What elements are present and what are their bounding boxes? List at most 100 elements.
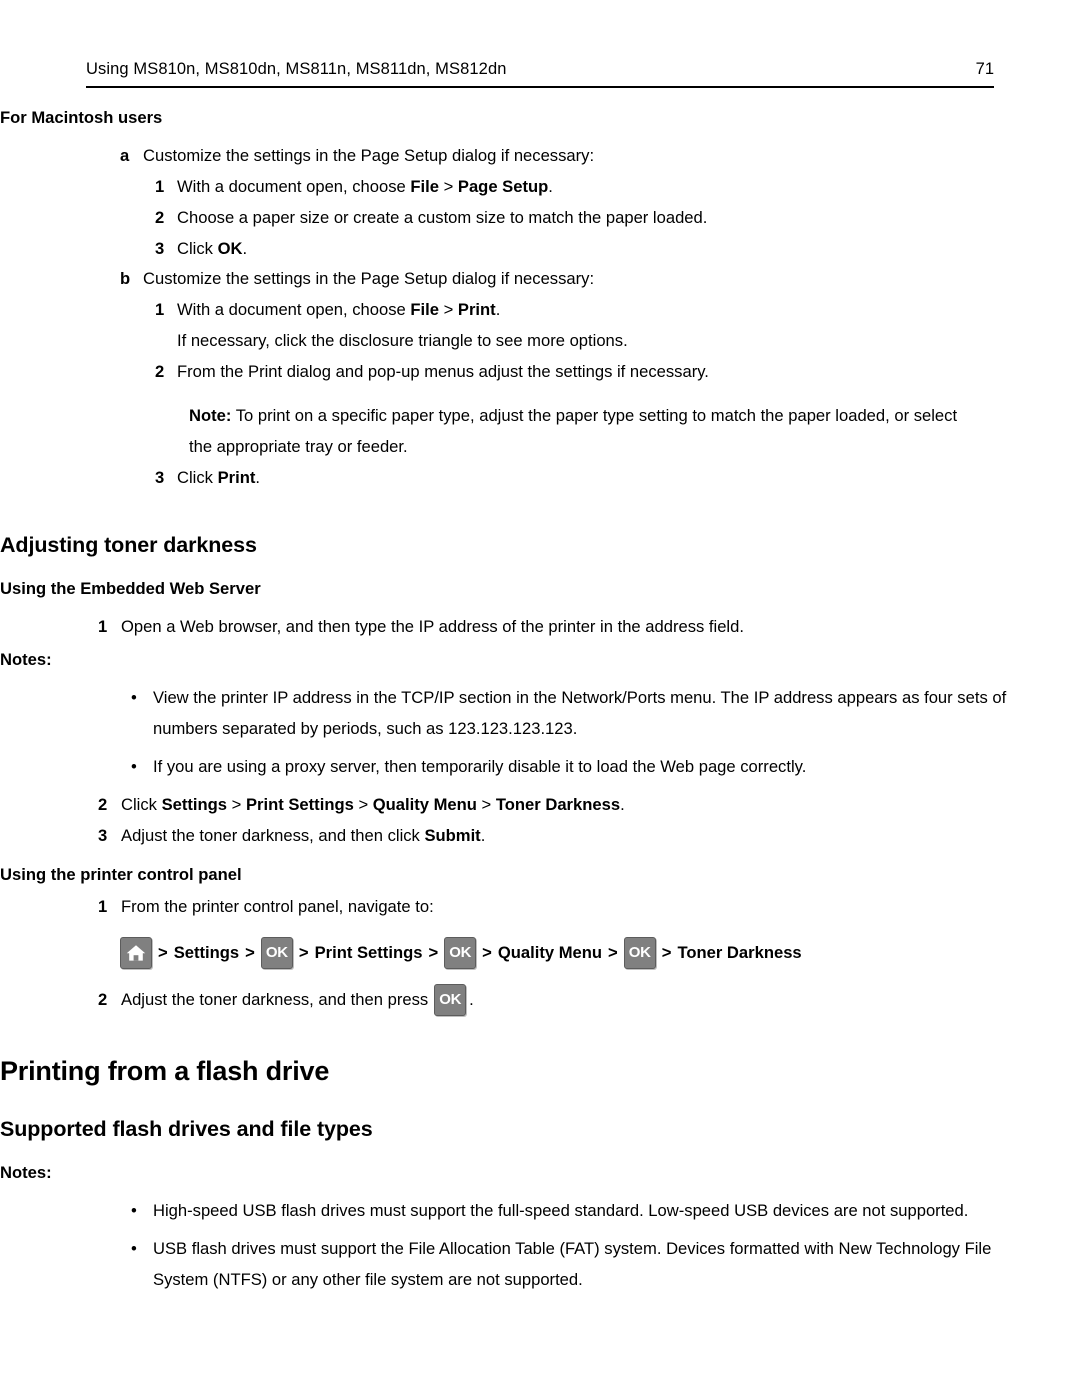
path-separator: > <box>661 943 672 963</box>
list-item: 3 Click OK. <box>155 234 1080 265</box>
menu-name-file: File <box>410 176 439 196</box>
list-item-text: With a document open, choose File > Prin… <box>177 295 1080 326</box>
subheading-printer-control-panel: Using the printer control panel <box>0 864 242 884</box>
menu-name-page-setup: Page Setup <box>457 176 549 196</box>
nav-item-print-settings: Print Settings <box>314 943 423 963</box>
list-item-text: View the printer IP address in the TCP/I… <box>153 688 1007 739</box>
step-text-pre: Click <box>177 238 218 258</box>
list-marker: 1 <box>155 176 165 196</box>
notes-label: Notes: <box>0 650 52 670</box>
list-item: a Customize the settings in the Page Set… <box>120 141 1080 172</box>
list-item: • If you are using a proxy server, then … <box>131 752 1080 783</box>
list-item-text: If you are using a proxy server, then te… <box>153 757 807 777</box>
path-separator: > <box>428 943 439 963</box>
note-text: Note: To print on a specific paper type,… <box>189 406 957 456</box>
list-item-text: Click Print. <box>177 463 1080 494</box>
list-item-continuation: If necessary, click the disclosure trian… <box>155 326 1080 357</box>
step-text-pre: With a document open, choose <box>177 176 411 196</box>
list-item: 2 Click Settings > Print Settings > Qual… <box>98 790 1080 821</box>
menu-name-settings: Settings <box>161 794 228 814</box>
step-text-post: . <box>620 794 625 814</box>
list-marker: 1 <box>155 300 165 320</box>
path-separator: > <box>158 943 168 963</box>
menu-name-quality-menu: Quality Menu <box>372 794 477 814</box>
path-separator: > <box>298 943 309 963</box>
list-item: • High-speed USB flash drives must suppo… <box>131 1196 1080 1227</box>
page-content: For Macintosh users a Customize the sett… <box>0 108 1080 1296</box>
list-marker: 2 <box>98 990 108 1010</box>
bullet-icon: • <box>131 1239 137 1259</box>
nav-item-quality-menu: Quality Menu <box>497 943 603 963</box>
bullet-icon: • <box>131 688 137 708</box>
menu-name-print-settings: Print Settings <box>245 794 354 814</box>
notes-label: Notes: <box>0 1163 52 1183</box>
step-text-post: . <box>548 176 553 196</box>
document-page: Using MS810n, MS810dn, MS811n, MS811dn, … <box>0 0 1080 1397</box>
list-item: • View the printer IP address in the TCP… <box>131 683 1080 745</box>
step-text-post: . <box>469 990 474 1010</box>
list-item: • USB flash drives must support the File… <box>131 1234 1080 1296</box>
step-text-post: . <box>242 238 248 258</box>
list-item-text: From the printer control panel, navigate… <box>121 896 434 916</box>
step-text-pre: With a document open, choose <box>177 300 411 320</box>
list-item-text: Choose a paper size or create a custom s… <box>177 207 708 227</box>
menu-separator: > <box>438 176 458 196</box>
path-separator: > <box>608 943 618 963</box>
list-item-text: Customize the settings in the Page Setup… <box>143 269 595 289</box>
menu-name-file: File <box>410 300 439 320</box>
bullet-icon: • <box>131 1201 137 1221</box>
list-marker: b <box>120 269 131 289</box>
control-panel-navigation-path: > Settings > OK > Print Settings > OK > … <box>120 935 1080 971</box>
chapter-heading-printing-from-flash-drive: Printing from a flash drive <box>0 1056 330 1087</box>
note-body: To print on a specific paper type, adjus… <box>189 405 958 456</box>
section-heading-toner-darkness: Adjusting toner darkness <box>0 533 257 558</box>
list-item-text: If necessary, click the disclosure trian… <box>177 331 628 351</box>
ok-button-icon[interactable]: OK <box>444 937 477 970</box>
path-separator: > <box>482 943 492 963</box>
ok-button-icon[interactable]: OK <box>434 984 467 1017</box>
bullet-icon: • <box>131 757 137 777</box>
button-name-ok: OK <box>217 238 243 258</box>
list-item-text: From the Print dialog and pop-up menus a… <box>177 362 709 382</box>
list-marker: 3 <box>98 825 108 845</box>
macintosh-users-heading: For Macintosh users <box>0 108 163 127</box>
step-text-pre: Click <box>121 794 162 814</box>
step-text-post: . <box>480 825 486 845</box>
list-item-text: Customize the settings in the Page Setup… <box>143 146 595 165</box>
nav-item-toner-darkness: Toner Darkness <box>677 943 802 963</box>
note-block: Note: To print on a specific paper type,… <box>189 401 1080 463</box>
list-item: 2 From the Print dialog and pop-up menus… <box>155 357 1080 388</box>
list-marker: 3 <box>155 467 165 487</box>
list-marker: 1 <box>98 896 108 916</box>
list-item: 2 Adjust the toner darkness, and then pr… <box>98 984 1080 1017</box>
list-item-text: Open a Web browser, and then type the IP… <box>121 617 744 637</box>
list-item-text: Adjust the toner darkness, and then clic… <box>121 821 1080 852</box>
step-text-pre: Click <box>177 467 218 487</box>
page-number: 71 <box>975 60 994 78</box>
list-marker: 2 <box>155 207 165 227</box>
list-item: 1 Open a Web browser, and then type the … <box>98 612 1080 643</box>
menu-separator: > <box>438 300 458 320</box>
ok-button-icon[interactable]: OK <box>260 937 293 970</box>
button-name-print: Print <box>217 467 256 487</box>
list-marker: 2 <box>98 794 108 814</box>
ok-button-icon[interactable]: OK <box>623 937 656 970</box>
list-item-text: With a document open, choose File > Page… <box>177 172 1080 203</box>
list-marker: a <box>120 146 130 165</box>
menu-name-print: Print <box>457 300 496 320</box>
note-label: Note: <box>189 405 232 425</box>
list-item-text: Click Settings > Print Settings > Qualit… <box>121 790 1080 821</box>
list-marker: 1 <box>98 617 108 637</box>
button-name-submit: Submit <box>424 825 481 845</box>
nav-item-settings: Settings <box>173 943 240 963</box>
menu-separator: > <box>227 794 246 814</box>
list-marker: 3 <box>155 238 165 258</box>
step-text-pre: Adjust the toner darkness, and then clic… <box>121 825 425 845</box>
step-text-pre: Adjust the toner darkness, and then pres… <box>121 990 429 1010</box>
list-item: b Customize the settings in the Page Set… <box>120 264 1080 295</box>
step-text-post: . <box>255 467 260 487</box>
list-item-text: High-speed USB flash drives must support… <box>153 1201 969 1221</box>
subheading-embedded-web-server: Using the Embedded Web Server <box>0 579 261 599</box>
list-item: 1 With a document open, choose File > Pr… <box>155 295 1080 326</box>
home-icon[interactable] <box>120 937 152 970</box>
